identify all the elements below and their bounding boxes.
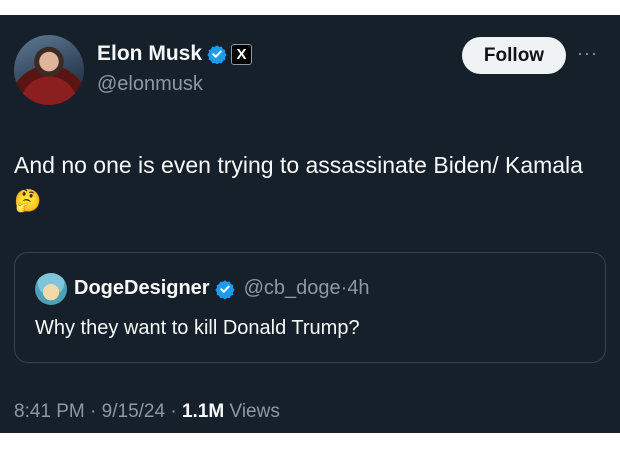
- views-count: 1.1M: [181, 401, 225, 422]
- tweet-text: And no one is even trying to assassinate…: [14, 152, 583, 178]
- author-name[interactable]: Elon Musk: [97, 42, 202, 66]
- quoted-author-handle: @cb_doge: [243, 277, 341, 299]
- quoted-text: Why they want to kill Donald Trump?: [35, 317, 360, 339]
- thinking-face-emoji-icon: 🤔: [14, 189, 42, 214]
- quoted-author-name: DogeDesigner: [74, 277, 210, 299]
- tweet-body: And no one is even trying to assassinate…: [14, 148, 604, 219]
- author-handle[interactable]: @elonmusk: [97, 73, 203, 96]
- more-options-icon[interactable]: ···: [577, 43, 598, 64]
- author-name-row: Elon Musk X: [97, 42, 253, 66]
- quoted-author-avatar: [35, 273, 67, 305]
- verified-badge-icon: [207, 45, 227, 64]
- x-affiliate-icon[interactable]: X: [231, 43, 253, 65]
- quoted-age: 4h: [347, 277, 370, 299]
- quoted-meta: @cb_doge·4h: [244, 277, 370, 300]
- quoted-tweet[interactable]: DogeDesigner @cb_doge·4h Why they want t…: [14, 252, 606, 363]
- quoted-author-row: DogeDesigner @cb_doge·4h: [74, 277, 370, 300]
- author-avatar[interactable]: [14, 35, 84, 105]
- tweet-time[interactable]: 8:41 PM: [14, 401, 85, 422]
- views-label: Views: [229, 401, 280, 422]
- footer-separator: ·: [90, 401, 97, 422]
- footer-separator: ·: [170, 401, 177, 422]
- tweet-date[interactable]: 9/15/24: [102, 401, 165, 422]
- quoted-verified-badge-icon: [214, 279, 235, 299]
- follow-button[interactable]: Follow: [462, 37, 566, 74]
- tweet-card: Elon Musk X @elonmusk Follow ··· And no …: [0, 15, 620, 433]
- tweet-footer: 8:41 PM · 9/15/24 · 1.1M Views: [14, 401, 280, 423]
